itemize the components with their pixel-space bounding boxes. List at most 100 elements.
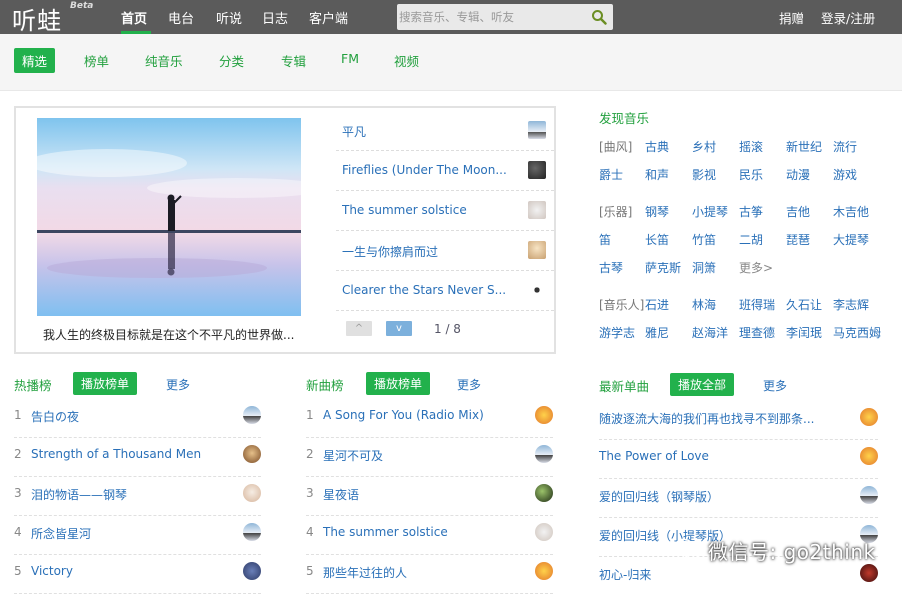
list-item[interactable]: 1 A Song For You (Radio Mix)	[306, 398, 553, 438]
instrument-tag[interactable]: 钢琴	[645, 203, 669, 220]
list-item[interactable]: 2 Strength of a Thousand Men	[14, 437, 261, 477]
artist-tag[interactable]: 理查德	[739, 324, 775, 341]
list-item[interactable]: 5 那些年过往的人	[306, 554, 553, 594]
instrument-tag[interactable]: 二胡	[739, 231, 763, 248]
instrument-tag[interactable]: 琵琶	[786, 231, 810, 248]
instrument-tag[interactable]: 长笛	[645, 231, 669, 248]
featured-song[interactable]: Clearer the Stars Never S...	[336, 270, 554, 311]
artist-tag[interactable]: 久石让	[786, 296, 822, 313]
genre-tag[interactable]: 爵士	[599, 166, 623, 183]
pager-indicator: 1 / 8	[434, 322, 461, 336]
song-title: 泪的物语——钢琴	[31, 488, 128, 502]
song-thumbnail	[528, 281, 546, 299]
nav-client[interactable]: 客户端	[309, 8, 348, 27]
instrument-tag[interactable]: 木吉他	[833, 203, 869, 220]
genre-tag[interactable]: 摇滚	[739, 138, 763, 155]
instrument-tag[interactable]: 古筝	[739, 203, 763, 220]
discover-title: 发现音乐	[599, 111, 650, 126]
genre-tag[interactable]: 民乐	[739, 166, 763, 183]
play-hot-list-button[interactable]: 播放榜单	[73, 372, 138, 395]
instrument-tag[interactable]: 吉他	[786, 203, 810, 220]
instrument-label: [乐器]	[599, 205, 633, 219]
play-new-list-button[interactable]: 播放榜单	[366, 372, 431, 395]
featured-song[interactable]: 一生与你擦肩而过	[336, 230, 554, 271]
artist-tag[interactable]: 赵海洋	[692, 324, 728, 341]
artist-tag[interactable]: 游学志	[599, 324, 635, 341]
artist-tag[interactable]: 班得瑞	[739, 296, 775, 313]
tab-charts[interactable]: 榜单	[84, 51, 109, 70]
genre-tag[interactable]: 新世纪	[786, 138, 822, 155]
list-item[interactable]: The Power of Love	[599, 439, 878, 479]
tab-featured[interactable]: 精选	[14, 48, 56, 73]
logo[interactable]: 听蛙	[12, 1, 62, 36]
genre-tag[interactable]: 古典	[645, 138, 669, 155]
tab-pure-music[interactable]: 纯音乐	[145, 51, 183, 70]
search-input[interactable]	[397, 4, 587, 30]
rank-number: 3	[14, 486, 22, 500]
artist-tag[interactable]: 雅尼	[645, 324, 669, 341]
latest-more-link[interactable]: 更多	[763, 377, 787, 394]
artist-label: [音乐人]	[599, 298, 645, 312]
pager-prev-button[interactable]: ^	[346, 321, 372, 336]
login-link[interactable]: 登录/注册	[821, 8, 875, 27]
genre-tag[interactable]: 影视	[692, 166, 716, 183]
list-item[interactable]: 4 The summer solstice	[306, 515, 553, 555]
list-item[interactable]: 1 告白の夜	[14, 398, 261, 438]
rank-number: 1	[14, 408, 22, 422]
tab-video[interactable]: 视频	[394, 51, 419, 70]
list-item[interactable]: 3 星夜语	[306, 476, 553, 516]
tab-category[interactable]: 分类	[219, 51, 244, 70]
nav-talk[interactable]: 听说	[216, 8, 242, 27]
nav-log[interactable]: 日志	[262, 8, 288, 27]
donate-link[interactable]: 捐赠	[779, 8, 804, 27]
hot-more-link[interactable]: 更多	[166, 376, 190, 393]
genre-tag[interactable]: 动漫	[786, 166, 810, 183]
featured-song-title: Clearer the Stars Never S...	[342, 283, 507, 297]
genre-tag[interactable]: 乡村	[692, 138, 716, 155]
featured-song-title: Fireflies (Under The Moon...	[342, 163, 507, 177]
search-icon[interactable]	[591, 9, 607, 25]
genre-tag[interactable]: 游戏	[833, 166, 857, 183]
new-more-link[interactable]: 更多	[457, 376, 481, 393]
list-item[interactable]: 2 星河不可及	[306, 437, 553, 477]
artist-tag[interactable]: 李志辉	[833, 296, 869, 313]
artist-tag[interactable]: 林海	[692, 296, 716, 313]
hot-list-title: 热播榜	[14, 378, 52, 393]
song-thumbnail	[528, 201, 546, 219]
nav-radio[interactable]: 电台	[168, 8, 194, 27]
instrument-tag[interactable]: 洞箫	[692, 259, 716, 276]
instrument-tag[interactable]: 笛	[599, 231, 611, 248]
list-item[interactable]: 随波逐流大海的我们再也找寻不到那条...	[599, 400, 878, 440]
genre-tag[interactable]: 和声	[645, 166, 669, 183]
beta-badge: Beta	[70, 1, 94, 11]
hero-image[interactable]	[37, 118, 301, 316]
avatar	[535, 406, 553, 424]
instrument-tag[interactable]: 小提琴	[692, 203, 728, 220]
list-item[interactable]: 爱的回归线（钢琴版）	[599, 478, 878, 518]
featured-song[interactable]: 平凡	[336, 110, 554, 151]
list-item[interactable]: 3 泪的物语——钢琴	[14, 476, 261, 516]
artist-tag[interactable]: 马克西姆	[833, 324, 881, 341]
instrument-tag[interactable]: 竹笛	[692, 231, 716, 248]
avatar	[860, 447, 878, 465]
tab-album[interactable]: 专辑	[281, 51, 306, 70]
instrument-tag[interactable]: 古琴	[599, 259, 623, 276]
artist-tag[interactable]: 李闰珉	[786, 324, 822, 341]
featured-song[interactable]: The summer solstice	[336, 190, 554, 231]
featured-song[interactable]: Fireflies (Under The Moon...	[336, 150, 554, 191]
nav-home[interactable]: 首页	[121, 8, 147, 27]
genre-tag[interactable]: 流行	[833, 138, 857, 155]
hero-caption[interactable]: 我人生的终极目标就是在这个不平凡的世界做...	[43, 326, 294, 343]
featured-song-title: The summer solstice	[342, 203, 467, 217]
artist-tag[interactable]: 石进	[645, 296, 669, 313]
featured-song-title: 平凡	[342, 125, 367, 139]
instrument-more-link[interactable]: 更多>	[739, 259, 773, 276]
pager-next-button[interactable]: v	[386, 321, 412, 336]
instrument-tag[interactable]: 大提琴	[833, 231, 869, 248]
list-item[interactable]: 4 所念皆星河	[14, 515, 261, 555]
instrument-tag[interactable]: 萨克斯	[645, 259, 681, 276]
list-item[interactable]: 5 Victory	[14, 554, 261, 594]
play-all-button[interactable]: 播放全部	[670, 373, 735, 396]
search-box	[397, 4, 613, 30]
tab-fm[interactable]: FM	[341, 51, 359, 66]
